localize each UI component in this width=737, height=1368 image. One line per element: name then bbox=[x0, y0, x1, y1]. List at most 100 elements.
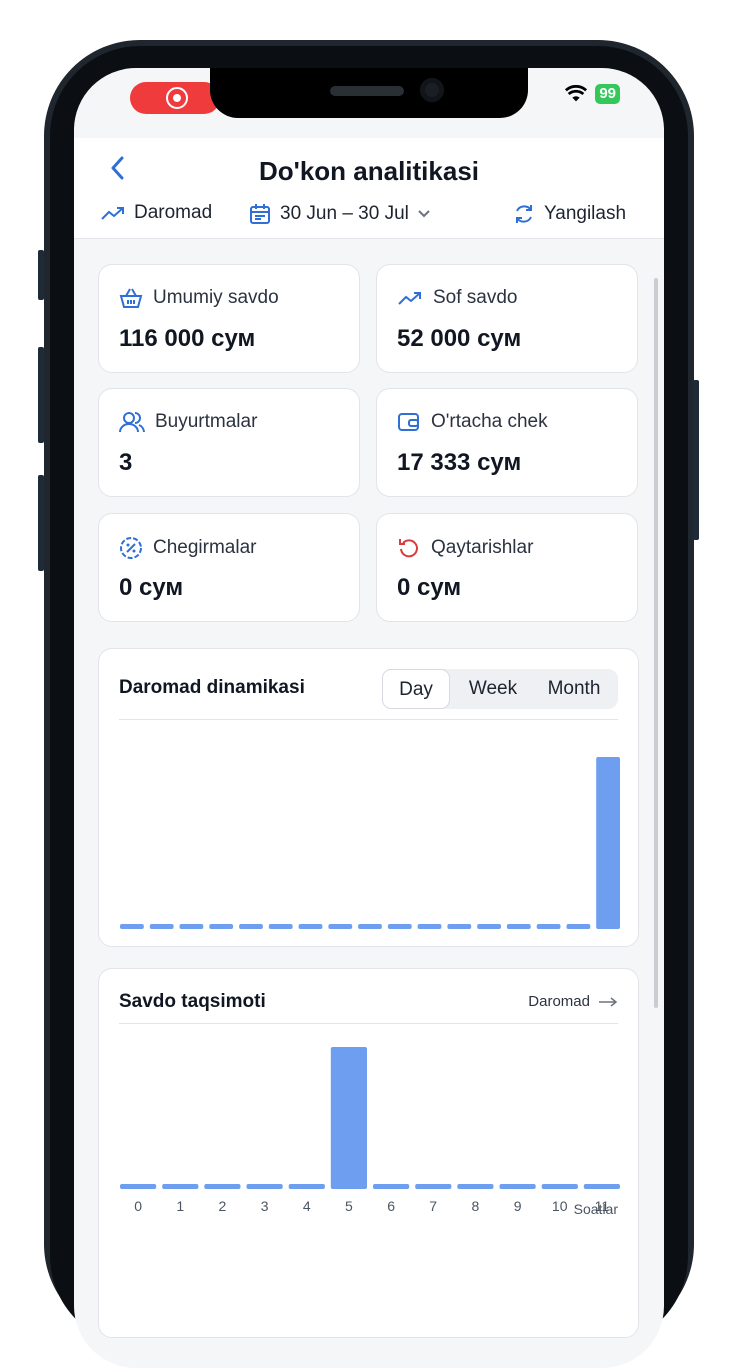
x-tick-label: 8 bbox=[472, 1198, 480, 1214]
chart-bar[interactable] bbox=[583, 1184, 620, 1189]
chart-bar[interactable] bbox=[328, 924, 353, 929]
chart-bar[interactable] bbox=[246, 1184, 283, 1189]
stat-card-orders[interactable]: Buyurtmalar 3 bbox=[98, 388, 360, 497]
volume-up-button bbox=[38, 347, 44, 443]
period-segmented-control: Day Week Month bbox=[382, 669, 618, 709]
x-tick-label: 9 bbox=[514, 1198, 522, 1214]
stat-label-text: Sof savdo bbox=[433, 287, 518, 308]
refresh-icon bbox=[516, 205, 532, 223]
stat-label: Sof savdo bbox=[397, 287, 518, 309]
chart-bar[interactable] bbox=[179, 924, 204, 929]
stat-card-average-check[interactable]: O'rtacha chek 17 333 сум bbox=[376, 388, 638, 497]
stat-label-text: Chegirmalar bbox=[153, 537, 257, 558]
tab-week[interactable]: Week bbox=[454, 669, 532, 709]
chart-bar[interactable] bbox=[477, 924, 501, 929]
x-tick-label: 0 bbox=[134, 1198, 142, 1214]
basket-icon bbox=[119, 288, 143, 308]
divider bbox=[119, 719, 618, 720]
chart-bar[interactable] bbox=[447, 924, 472, 929]
stat-label: Chegirmalar bbox=[119, 536, 256, 560]
chart-bar[interactable] bbox=[415, 1184, 452, 1189]
chart-bar[interactable] bbox=[566, 924, 591, 929]
stat-value: 17 333 сум bbox=[397, 449, 522, 476]
chart-bar[interactable] bbox=[204, 1184, 241, 1189]
undo-icon bbox=[399, 539, 418, 558]
battery-indicator: 99 bbox=[595, 84, 620, 104]
status-icons: 99 bbox=[565, 84, 620, 104]
chart-bar[interactable] bbox=[457, 1184, 494, 1189]
stat-label-text: Buyurtmalar bbox=[155, 411, 258, 432]
metric-selector[interactable]: Daromad bbox=[100, 202, 212, 224]
chart-bar[interactable] bbox=[387, 924, 412, 929]
chart-bar[interactable] bbox=[596, 757, 620, 929]
divider bbox=[119, 1023, 618, 1024]
revenue-link[interactable]: Daromad bbox=[528, 993, 618, 1010]
x-tick-label: 1 bbox=[176, 1198, 184, 1214]
chart-bar[interactable] bbox=[162, 1184, 199, 1189]
stat-label: Qaytarishlar bbox=[397, 536, 533, 560]
tab-month[interactable]: Month bbox=[532, 669, 616, 709]
refresh-button[interactable]: Yangilash bbox=[512, 202, 626, 226]
power-button bbox=[693, 380, 699, 540]
wallet-icon bbox=[398, 413, 419, 431]
page-title: Do'kon analitikasi bbox=[258, 156, 480, 186]
x-axis-unit-label: Soatlar bbox=[573, 1201, 618, 1217]
chart-title: Daromad dinamikasi bbox=[119, 677, 305, 698]
chart-bar[interactable] bbox=[541, 1184, 578, 1189]
chart-bar[interactable] bbox=[373, 1184, 410, 1189]
users-icon bbox=[119, 412, 145, 433]
app-header: Do'kon analitikasi Daromad 30 Jun – 30 J… bbox=[74, 138, 664, 239]
stat-label: O'rtacha chek bbox=[397, 411, 548, 433]
phone-screen: 99 Do'kon analitikasi Daromad 30 Jun – 3… bbox=[74, 68, 664, 1368]
stat-label-text: Umumiy savdo bbox=[153, 287, 279, 308]
stat-card-total-sales[interactable]: Umumiy savdo 116 000 сум bbox=[98, 264, 360, 373]
refresh-label: Yangilash bbox=[544, 203, 627, 224]
date-range-picker[interactable]: 30 Jun – 30 Jul bbox=[248, 202, 431, 226]
tab-day[interactable]: Day bbox=[382, 669, 450, 709]
chart-bar[interactable] bbox=[288, 1184, 325, 1189]
chart-bar[interactable] bbox=[506, 924, 531, 929]
chart-bar[interactable] bbox=[358, 924, 382, 929]
chart-bar[interactable] bbox=[149, 924, 174, 929]
chart-bar[interactable] bbox=[268, 924, 293, 929]
calendar-icon bbox=[250, 204, 270, 224]
x-tick-label: 2 bbox=[219, 1198, 227, 1214]
chart-bar[interactable] bbox=[120, 1184, 157, 1189]
stat-label-text: O'rtacha chek bbox=[431, 411, 548, 432]
chevron-down-icon bbox=[418, 210, 430, 218]
chart-bar[interactable] bbox=[120, 924, 144, 929]
trend-up-icon bbox=[398, 292, 421, 305]
sales-distribution-card: Savdo taqsimoti Daromad 0 1 2 3 4 5 6 7 8 9 10 11 S… bbox=[98, 968, 639, 1338]
stat-card-net-sales[interactable]: Sof savdo 52 000 сум bbox=[376, 264, 638, 373]
chart-bar[interactable] bbox=[417, 924, 442, 929]
scrollbar[interactable] bbox=[654, 278, 658, 1008]
stat-label-text: Qaytarishlar bbox=[431, 537, 534, 558]
stat-value: 52 000 сум bbox=[397, 325, 522, 352]
x-tick-label: 7 bbox=[429, 1198, 437, 1214]
mute-switch bbox=[38, 250, 44, 300]
chart-bar[interactable] bbox=[298, 924, 323, 929]
x-tick-label: 5 bbox=[345, 1198, 353, 1214]
chart-title: Savdo taqsimoti bbox=[119, 991, 266, 1012]
stat-label: Buyurtmalar bbox=[119, 411, 257, 433]
stat-card-discounts[interactable]: Chegirmalar 0 сум bbox=[98, 513, 360, 622]
x-tick-label: 3 bbox=[261, 1198, 269, 1214]
chart-bar[interactable] bbox=[536, 924, 561, 929]
revenue-dynamics-card: Daromad dinamikasi Day Week Month bbox=[98, 648, 639, 947]
stat-value: 0 сум bbox=[397, 574, 462, 601]
sales-bar-chart: 0 1 2 3 4 5 6 7 8 9 10 11 bbox=[120, 1047, 620, 1214]
discount-icon bbox=[120, 537, 142, 559]
record-icon bbox=[166, 87, 188, 109]
revenue-link-label: Daromad bbox=[528, 993, 590, 1010]
chart-bar[interactable] bbox=[330, 1047, 367, 1189]
chart-bar[interactable] bbox=[499, 1184, 536, 1189]
chart-bar[interactable] bbox=[239, 924, 263, 929]
arrow-right-icon bbox=[599, 996, 618, 1007]
toolbar: Daromad 30 Jun – 30 Jul Yangilash bbox=[74, 202, 664, 232]
stat-card-returns[interactable]: Qaytarishlar 0 сум bbox=[376, 513, 638, 622]
front-camera bbox=[420, 78, 444, 102]
stat-value: 3 bbox=[119, 449, 133, 476]
revenue-bar-chart bbox=[120, 757, 620, 929]
metric-label: Daromad bbox=[134, 202, 213, 223]
chart-bar[interactable] bbox=[209, 924, 234, 929]
